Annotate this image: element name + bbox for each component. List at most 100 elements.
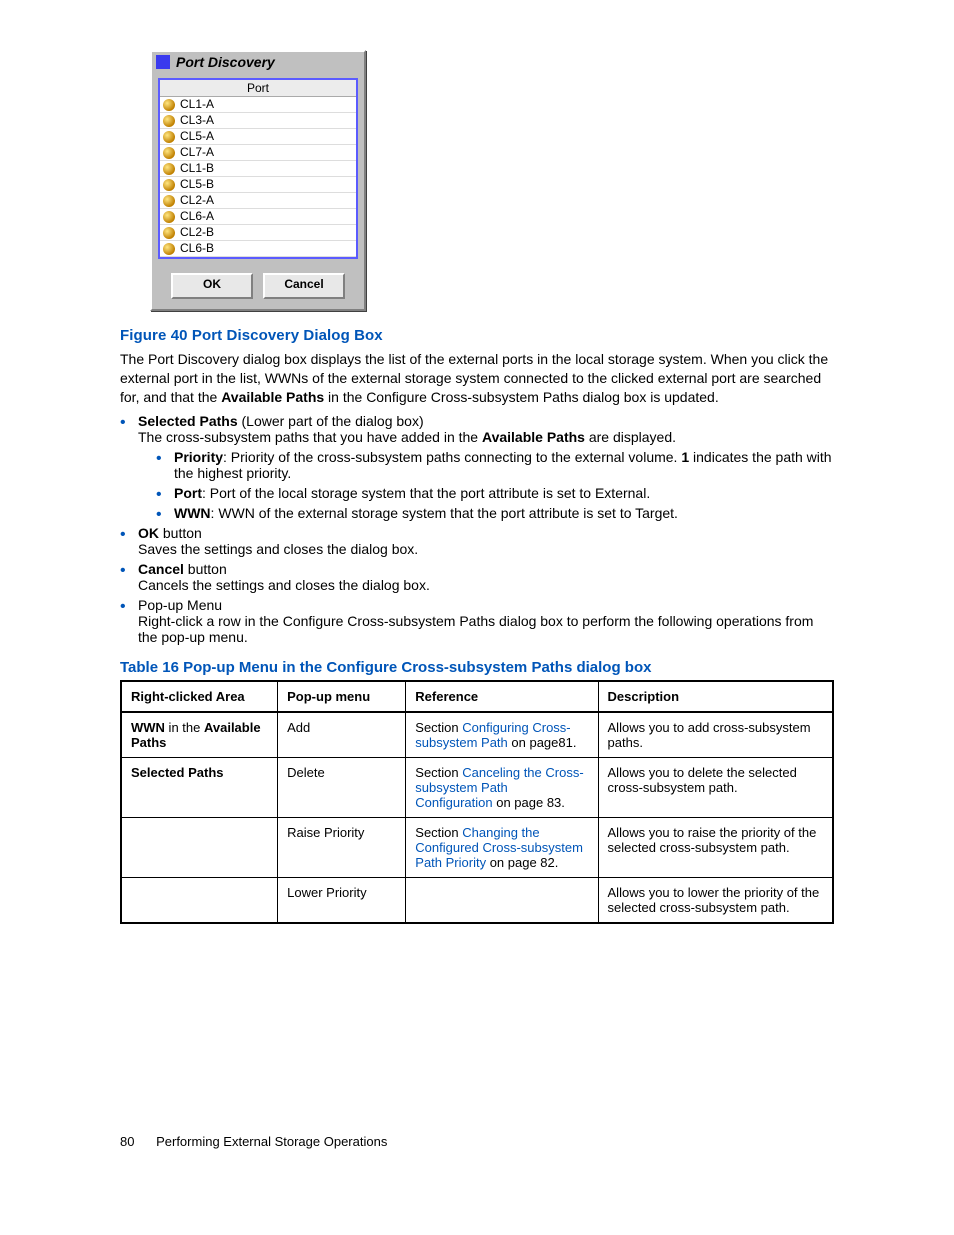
dialog-icon: [156, 55, 170, 69]
dialog-button-row: OK Cancel: [152, 265, 364, 309]
text-bold: Selected Paths: [138, 413, 238, 429]
cancel-button[interactable]: Cancel: [263, 273, 345, 299]
port-icon: [163, 163, 175, 175]
table-cell: [121, 877, 278, 923]
list-item: WWN: WWN of the external storage system …: [156, 505, 834, 521]
port-icon: [163, 147, 175, 159]
table-row: Raise Priority Section Changing the Conf…: [121, 817, 833, 877]
text-bold: Port: [174, 485, 202, 501]
port-discovery-dialog: Port Discovery Port CL1-A CL3-A CL5-A CL…: [150, 50, 366, 311]
port-label: CL1-A: [180, 97, 214, 112]
table-cell: Raise Priority: [278, 817, 406, 877]
ok-button[interactable]: OK: [171, 273, 253, 299]
list-item: OK button Saves the settings and closes …: [120, 525, 834, 557]
text-bold: Priority: [174, 449, 223, 465]
table-cell: Lower Priority: [278, 877, 406, 923]
port-list: Port CL1-A CL3-A CL5-A CL7-A CL1-B CL5-B…: [158, 78, 358, 259]
paragraph: Saves the settings and closes the dialog…: [138, 541, 834, 557]
text-bold: Available Paths: [221, 389, 324, 405]
port-row[interactable]: CL2-B: [160, 225, 356, 241]
port-icon: [163, 195, 175, 207]
text: in the: [165, 720, 204, 735]
text: are displayed.: [585, 429, 676, 445]
text: in the Configure Cross-subsystem Paths d…: [324, 389, 719, 405]
list-item: Port: Port of the local storage system t…: [156, 485, 834, 501]
table-cell: Allows you to delete the selected cross-…: [598, 757, 833, 817]
text: : Priority of the cross-subsystem paths …: [223, 449, 681, 465]
port-label: CL5-A: [180, 129, 214, 144]
text: on page 83.: [493, 795, 565, 810]
table-cell: Allows you to lower the priority of the …: [598, 877, 833, 923]
port-label: CL3-A: [180, 113, 214, 128]
text-bold: WWN: [131, 720, 165, 735]
table-row: WWN in the Available Paths Add Section C…: [121, 712, 833, 758]
port-row[interactable]: CL5-B: [160, 177, 356, 193]
figure-caption: Figure 40 Port Discovery Dialog Box: [120, 327, 834, 344]
list-item: Cancel button Cancels the settings and c…: [120, 561, 834, 593]
text: : WWN of the external storage system tha…: [211, 505, 678, 521]
text: : Port of the local storage system that …: [202, 485, 650, 501]
text-bold: OK: [138, 525, 159, 541]
port-label: CL5-B: [180, 177, 214, 192]
port-label: CL6-B: [180, 241, 214, 256]
text: button: [184, 561, 227, 577]
dialog-titlebar: Port Discovery: [152, 52, 364, 72]
paragraph: Cancels the settings and closes the dial…: [138, 577, 834, 593]
table-cell: Delete: [278, 757, 406, 817]
port-row[interactable]: CL1-B: [160, 161, 356, 177]
text: Section: [415, 765, 462, 780]
port-icon: [163, 227, 175, 239]
text-bold: Cancel: [138, 561, 184, 577]
port-label: CL6-A: [180, 209, 214, 224]
port-label: CL2-B: [180, 225, 214, 240]
list-item: Selected Paths (Lower part of the dialog…: [120, 413, 834, 521]
table-row: Lower Priority Allows you to lower the p…: [121, 877, 833, 923]
port-row[interactable]: CL2-A: [160, 193, 356, 209]
table-cell: Allows you to add cross-subsystem paths.: [598, 712, 833, 758]
text: on page81.: [508, 735, 577, 750]
text: Section: [415, 825, 462, 840]
table-cell: WWN in the Available Paths: [121, 712, 278, 758]
text-bold: 1: [681, 449, 689, 465]
table-cell: [121, 817, 278, 877]
table-cell: Section Configuring Cross-subsystem Path…: [406, 712, 598, 758]
text: The cross-subsystem paths that you have …: [138, 429, 482, 445]
table-header: Description: [598, 681, 833, 712]
text: button: [159, 525, 202, 541]
text: Section: [415, 720, 462, 735]
page-number: 80: [120, 1134, 134, 1149]
table-cell: Section Changing the Configured Cross-su…: [406, 817, 598, 877]
table-caption: Table 16 Pop-up Menu in the Configure Cr…: [120, 659, 834, 676]
table-cell: Add: [278, 712, 406, 758]
popup-menu-table: Right-clicked Area Pop-up menu Reference…: [120, 680, 834, 924]
inner-list: Priority: Priority of the cross-subsyste…: [138, 449, 834, 521]
port-label: CL1-B: [180, 161, 214, 176]
port-row[interactable]: CL3-A: [160, 113, 356, 129]
text: Pop-up Menu: [138, 597, 222, 613]
dialog-title-text: Port Discovery: [176, 54, 275, 70]
paragraph: The cross-subsystem paths that you have …: [138, 429, 834, 445]
table-header: Reference: [406, 681, 598, 712]
port-icon: [163, 211, 175, 223]
footer-text: Performing External Storage Operations: [156, 1134, 387, 1149]
port-row[interactable]: CL5-A: [160, 129, 356, 145]
table-cell: [406, 877, 598, 923]
table-cell: Allows you to raise the priority of the …: [598, 817, 833, 877]
port-row[interactable]: CL7-A: [160, 145, 356, 161]
text: on page 82.: [486, 855, 558, 870]
port-row[interactable]: CL1-A: [160, 97, 356, 113]
page-footer: 80 Performing External Storage Operation…: [120, 1134, 834, 1149]
text: (Lower part of the dialog box): [238, 413, 424, 429]
list-item: Pop-up Menu Right-click a row in the Con…: [120, 597, 834, 645]
text-bold: Selected Paths: [131, 765, 224, 780]
port-icon: [163, 115, 175, 127]
port-label: CL2-A: [180, 193, 214, 208]
port-row[interactable]: CL6-B: [160, 241, 356, 257]
port-icon: [163, 99, 175, 111]
port-row[interactable]: CL6-A: [160, 209, 356, 225]
table-cell: Selected Paths: [121, 757, 278, 817]
table-row: Selected Paths Delete Section Canceling …: [121, 757, 833, 817]
paragraph: Right-click a row in the Configure Cross…: [138, 613, 834, 645]
text-bold: WWN: [174, 505, 211, 521]
port-icon: [163, 131, 175, 143]
